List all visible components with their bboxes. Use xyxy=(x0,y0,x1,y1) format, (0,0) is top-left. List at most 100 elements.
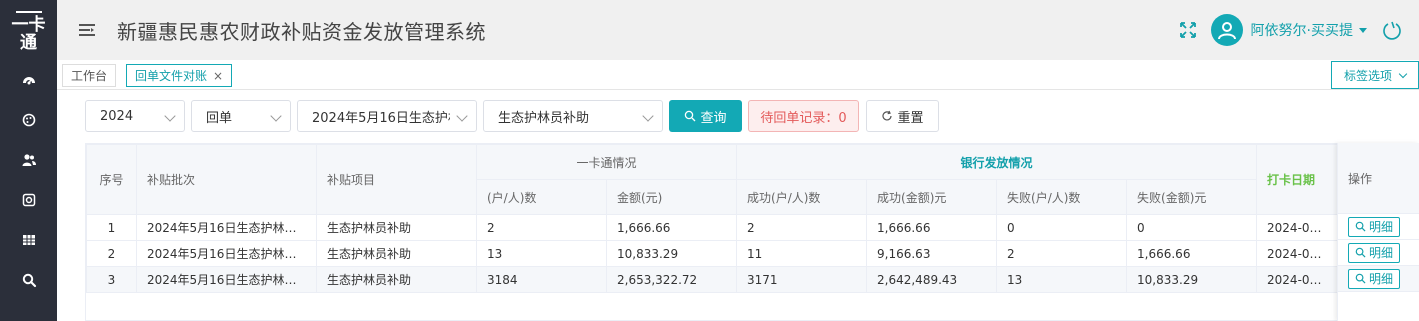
type-select-value: 回单 xyxy=(206,110,233,126)
tab-receipt-reconcile[interactable]: 回单文件对账 × xyxy=(126,64,233,87)
col-project: 补贴项目 xyxy=(316,144,477,215)
top-header: 新疆惠民惠农财政补贴资金发放管理系统 阿依努尔·买买提 xyxy=(57,0,1419,60)
search-icon xyxy=(1355,273,1366,284)
chevron-down-icon xyxy=(164,110,176,122)
col-success-count: 成功(户/人)数 xyxy=(736,179,868,215)
reset-label: 重置 xyxy=(897,110,924,126)
cell-index: 2 xyxy=(86,240,137,267)
logo-bottom: 通 xyxy=(20,33,37,53)
cell-index: 1 xyxy=(86,214,137,241)
tab-workbench[interactable]: 工作台 xyxy=(62,64,117,87)
detail-button[interactable]: 明细 xyxy=(1348,242,1401,263)
username[interactable]: 阿依努尔·买买提 xyxy=(1251,20,1353,40)
cell-batch: 2024年5月16日生态护林员... xyxy=(136,266,317,293)
batch-select[interactable]: 2024年5月16日生态护林员补助 xyxy=(297,100,477,132)
cell-fail-count: 2 xyxy=(996,240,1128,267)
cell-success-count: 3171 xyxy=(736,266,868,293)
refresh-icon xyxy=(882,110,893,121)
detail-label: 明细 xyxy=(1369,272,1394,286)
cell-card-amount: 10,833.29 xyxy=(605,240,738,267)
cell-fail-amount: 10,833.29 xyxy=(1126,266,1258,293)
logo-top: 一卡 xyxy=(11,15,46,35)
cell-card-date: 2024-05-30 xyxy=(1256,266,1340,293)
cell-fail-count: 0 xyxy=(996,214,1128,241)
target-icon[interactable] xyxy=(0,180,57,220)
year-select-value: 2024 xyxy=(100,108,134,124)
chevron-down-icon xyxy=(642,110,654,122)
avatar[interactable] xyxy=(1210,14,1243,46)
data-table: 序号 补贴批次 补贴项目 一卡通情况 银行发放情况 打卡日期 (户/人)数 金额… xyxy=(85,143,1419,321)
cell-batch: 2024年5月16日生态护林员... xyxy=(136,214,317,241)
action-column: 操作 明细 明细 明细 xyxy=(1337,143,1419,321)
cell-card-count: 3184 xyxy=(476,266,607,293)
pending-records-badge[interactable]: 待回单记录：0 xyxy=(748,100,859,132)
logout-icon[interactable] xyxy=(1381,19,1403,41)
chevron-down-icon xyxy=(270,110,282,122)
dashboard-icon[interactable] xyxy=(0,60,57,100)
cell-project: 生态护林员补助 xyxy=(316,214,477,241)
cell-fail-amount: 1,666.66 xyxy=(1126,240,1258,267)
sidebar: 一卡 通 xyxy=(0,0,57,321)
search-icon[interactable] xyxy=(0,260,57,300)
col-card-count: (户/人)数 xyxy=(476,179,607,215)
col-card-date: 打卡日期 xyxy=(1256,144,1340,215)
col-card-amount: 金额(元) xyxy=(605,179,738,215)
logo-bar xyxy=(15,11,42,13)
logo: 一卡 通 xyxy=(0,0,57,60)
table-row: 1 2024年5月16日生态护林员... 生态护林员补助 2 1,666.66 … xyxy=(86,214,1418,241)
palette-icon[interactable] xyxy=(0,100,57,140)
app-title: 新疆惠民惠农财政补贴资金发放管理系统 xyxy=(117,19,486,44)
tag-options-label: 标签选项 xyxy=(1343,68,1392,83)
year-select[interactable]: 2024 xyxy=(85,100,185,132)
cell-success-count: 2 xyxy=(736,214,868,241)
main-content: 2024 回单 2024年5月16日生态护林员补助 生态护林员补助 查询 待回单… xyxy=(57,90,1419,321)
pending-label: 待回单记录：0 xyxy=(760,110,847,126)
chevron-down-icon[interactable] xyxy=(1359,27,1367,33)
grid-icon[interactable] xyxy=(0,220,57,260)
cell-success-count: 11 xyxy=(736,240,868,267)
cell-card-count: 2 xyxy=(476,214,607,241)
cell-project: 生态护林员补助 xyxy=(316,240,477,267)
cell-success-amount: 2,642,489.43 xyxy=(866,266,998,293)
project-select-value: 生态护林员补助 xyxy=(498,110,590,126)
detail-label: 明细 xyxy=(1369,220,1394,234)
cell-card-amount: 1,666.66 xyxy=(605,214,738,241)
close-icon[interactable]: × xyxy=(213,69,223,83)
fullscreen-icon[interactable] xyxy=(1179,21,1197,39)
cell-index: 3 xyxy=(86,266,137,293)
menu-toggle-icon[interactable] xyxy=(57,22,117,38)
query-button[interactable]: 查询 xyxy=(669,100,742,132)
header-right: 阿依努尔·买买提 xyxy=(1179,0,1419,60)
table-row: 2 2024年5月16日生态护林员... 生态护林员补助 13 10,833.2… xyxy=(86,240,1418,267)
col-index: 序号 xyxy=(86,144,137,215)
action-cell: 明细 xyxy=(1338,240,1419,266)
search-icon xyxy=(685,110,696,122)
col-bank-group: 银行发放情况 xyxy=(736,144,1258,180)
cell-card-count: 13 xyxy=(476,240,607,267)
reset-button[interactable]: 重置 xyxy=(866,100,939,132)
project-select[interactable]: 生态护林员补助 xyxy=(483,100,663,132)
tag-options-button[interactable]: 标签选项 xyxy=(1331,61,1419,89)
cell-project: 生态护林员补助 xyxy=(316,266,477,293)
tabs-bar: 工作台 回单文件对账 × 标签选项 xyxy=(57,60,1419,90)
cell-card-date: 2024-06-06 xyxy=(1256,214,1340,241)
col-action: 操作 xyxy=(1338,143,1419,214)
cell-success-amount: 1,666.66 xyxy=(866,214,998,241)
col-card-group: 一卡通情况 xyxy=(475,144,738,180)
tab-receipt-reconcile-label: 回单文件对账 xyxy=(135,69,208,83)
cell-fail-count: 13 xyxy=(996,266,1128,293)
search-icon xyxy=(1355,221,1366,232)
action-cell: 明细 xyxy=(1338,266,1419,292)
detail-button[interactable]: 明细 xyxy=(1348,268,1401,289)
search-icon xyxy=(1355,247,1366,258)
cell-batch: 2024年5月16日生态护林员... xyxy=(136,240,317,267)
cell-success-amount: 9,166.63 xyxy=(866,240,998,267)
cell-card-amount: 2,653,322.72 xyxy=(605,266,738,293)
col-fail-amount: 失败(金额)元 xyxy=(1126,179,1258,215)
type-select[interactable]: 回单 xyxy=(191,100,291,132)
detail-button[interactable]: 明细 xyxy=(1348,216,1401,237)
table-row: 3 2024年5月16日生态护林员... 生态护林员补助 3184 2,653,… xyxy=(86,266,1418,293)
cell-fail-amount: 0 xyxy=(1126,214,1258,241)
users-icon[interactable] xyxy=(0,140,57,180)
query-label: 查询 xyxy=(700,110,727,126)
